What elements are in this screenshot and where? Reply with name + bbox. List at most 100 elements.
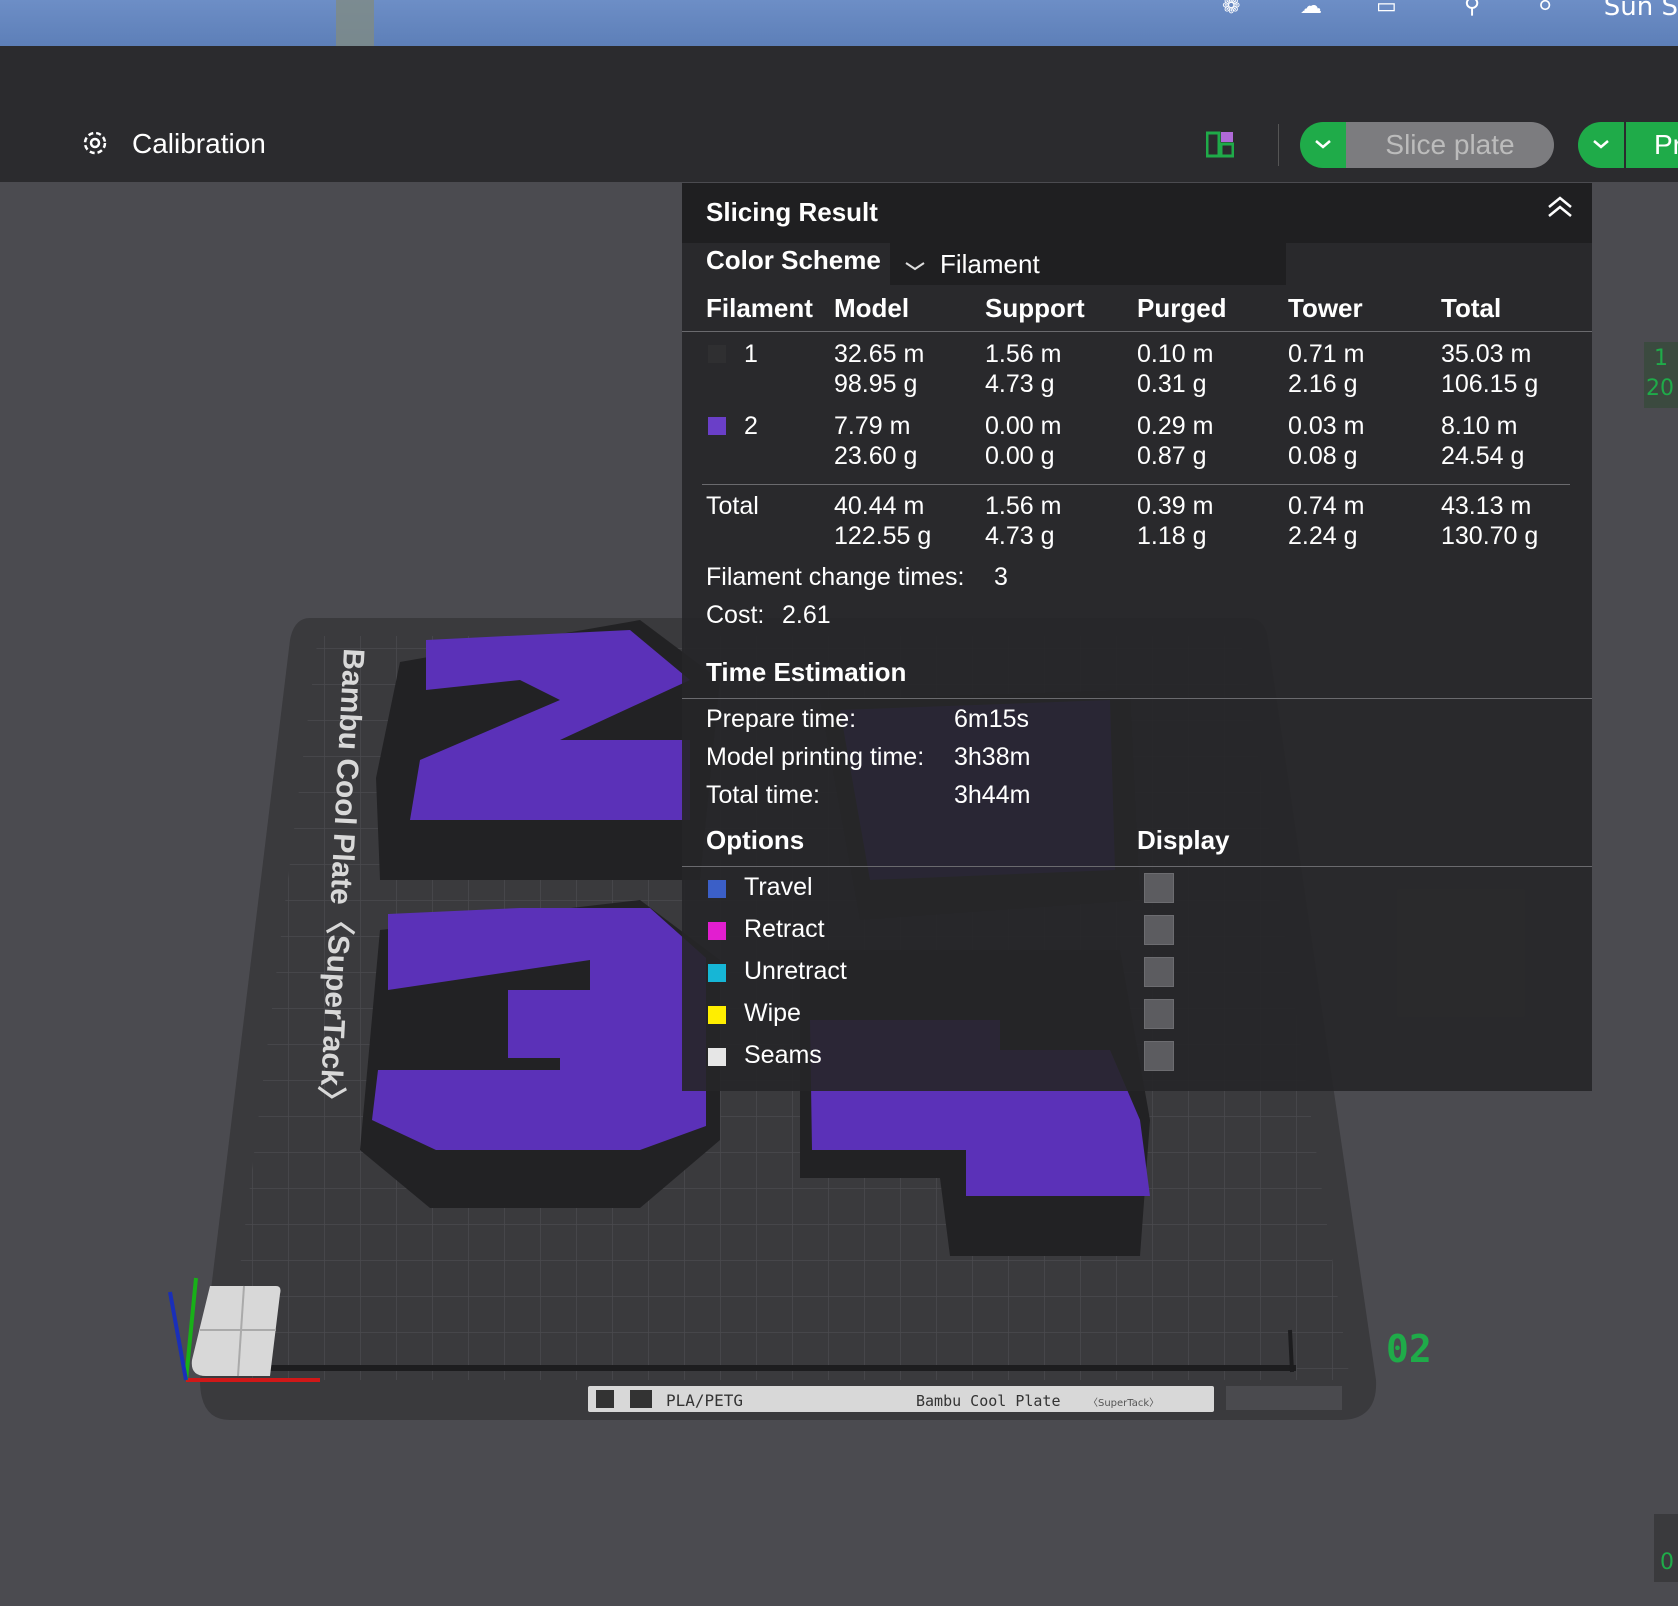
filament-1-total-length: 35.03 m [1441,340,1532,368]
filament-2-total-length: 8.10 m [1441,412,1518,440]
unretract-swatch [708,964,726,982]
option-retract-label: Retract [744,915,825,943]
filament-2-purged-length: 0.29 m [1137,412,1214,440]
col-header-purged: Purged [1137,293,1227,323]
layer-slider-top-value: 1 [1654,346,1668,371]
wipe-swatch [708,1006,726,1024]
collapse-up-icon[interactable] [1546,195,1574,219]
menu-clock[interactable]: Sun S [1604,0,1678,22]
total-time-label: Total time: [706,781,820,809]
options-title: Options [706,825,805,855]
network-icon[interactable]: ❁ [1222,0,1240,20]
filament-2-swatch [708,417,726,435]
app-toolbar: Calibration Slice plate Pr [0,46,1678,182]
filament-1-model-weight: 98.95 g [834,370,918,398]
time-estimation-title: Time Estimation [706,657,907,687]
chevron-down-icon [1315,140,1331,149]
plate-material-label: PLA/PETG [666,1391,743,1410]
option-travel-label: Travel [744,873,813,901]
filament-1-id: 1 [744,340,758,368]
battery-icon[interactable]: ▭ [1376,0,1397,20]
filament-1-total-weight: 106.15 g [1441,370,1539,398]
search-icon[interactable]: ⚲ [1464,0,1480,20]
filament-2-tower-weight: 0.08 g [1288,442,1358,470]
toolbar-separator [1278,124,1279,166]
option-retract-checkbox[interactable] [1144,915,1174,945]
window-edge [336,0,374,46]
filament-1-purged-weight: 0.31 g [1137,370,1207,398]
total-model-length: 40.44 m [834,492,925,520]
slice-options-dropdown[interactable] [1300,122,1346,168]
options-divider [682,866,1592,867]
total-total-length: 43.13 m [1441,492,1532,520]
plate-number[interactable]: 02 [1386,1327,1432,1371]
display-title: Display [1137,825,1230,855]
option-seams-checkbox[interactable] [1144,1041,1174,1071]
filament-change-value: 3 [994,563,1008,591]
panel-title: Slicing Result [706,197,878,227]
header-divider [682,331,1592,332]
filament-1-swatch [708,345,726,363]
filament-1-model-length: 32.65 m [834,340,925,368]
chevron-down-icon [1593,140,1609,149]
plate-name-label: Bambu Cool Plate [916,1392,1061,1410]
slicing-result-panel: Slicing Result Color Scheme Filament Fil… [682,183,1592,1091]
slice-plate-button[interactable]: Slice plate [1346,122,1554,168]
total-model-weight: 122.55 g [834,522,932,550]
option-wipe-checkbox[interactable] [1144,999,1174,1029]
filament-2-id: 2 [744,412,758,440]
col-header-model: Model [834,293,910,323]
model-number-3[interactable] [360,900,720,1208]
filament-2-total-weight: 24.54 g [1441,442,1525,470]
total-time-value: 3h44m [954,781,1031,809]
option-unretract-checkbox[interactable] [1144,957,1174,987]
prepare-time-label: Prepare time: [706,705,857,733]
filament-1-tower-length: 0.71 m [1288,340,1365,368]
layout-toggle-icon[interactable] [1206,130,1234,158]
total-total-weight: 130.70 g [1441,522,1539,550]
col-header-filament: Filament [706,293,813,323]
calibration-gear-icon[interactable] [80,128,110,158]
retract-swatch [708,922,726,940]
filament-change-label: Filament change times: [706,563,965,591]
total-purged-weight: 1.18 g [1137,522,1207,550]
layer-slider-badge[interactable]: 1 20 [1644,342,1678,408]
total-tower-length: 0.74 m [1288,492,1365,520]
cost-label: Cost: [706,601,765,629]
system-menu-bar: ❁ ☁ ▭ ⚲ ⚪ Sun S [0,0,1678,47]
option-seams-label: Seams [744,1041,822,1069]
total-purged-length: 0.39 m [1137,492,1214,520]
chevron-down-icon [905,262,925,271]
filament-2-support-length: 0.00 m [985,412,1062,440]
model-time-value: 3h38m [954,743,1031,771]
cloud-sync-icon[interactable]: ☁ [1300,0,1322,20]
filament-1-support-length: 1.56 m [985,340,1062,368]
layer-slider-bottom-value: 20 [1646,376,1674,401]
total-support-weight: 4.73 g [985,522,1055,550]
total-divider [702,484,1570,485]
seams-swatch [708,1048,726,1066]
prepare-time-value: 6m15s [954,705,1030,733]
travel-swatch [708,880,726,898]
filament-2-model-length: 7.79 m [834,412,911,440]
col-header-tower: Tower [1288,293,1363,323]
total-row-label: Total [706,492,759,520]
filament-2-purged-weight: 0.87 g [1137,442,1207,470]
print-options-dropdown[interactable] [1578,122,1624,168]
total-support-length: 1.56 m [985,492,1062,520]
move-slider-value: 0 [1660,1550,1674,1575]
col-header-total: Total [1441,293,1502,323]
move-slider-badge[interactable]: 0 [1654,1514,1678,1582]
print-plate-button[interactable]: Pr [1626,122,1678,168]
model-number-2[interactable] [376,620,720,880]
total-tower-weight: 2.24 g [1288,522,1358,550]
color-scheme-select[interactable]: Filament [890,243,1286,285]
control-center-icon[interactable]: ⚪ [1536,0,1554,20]
calibration-tab[interactable]: Calibration [132,128,266,160]
option-wipe-label: Wipe [744,999,801,1027]
filament-1-purged-length: 0.10 m [1137,340,1214,368]
option-unretract-label: Unretract [744,957,847,985]
plate-name-small-label: 〈SuperTack〉 [1088,1397,1159,1409]
color-scheme-label: Color Scheme [706,245,881,275]
option-travel-checkbox[interactable] [1144,873,1174,903]
